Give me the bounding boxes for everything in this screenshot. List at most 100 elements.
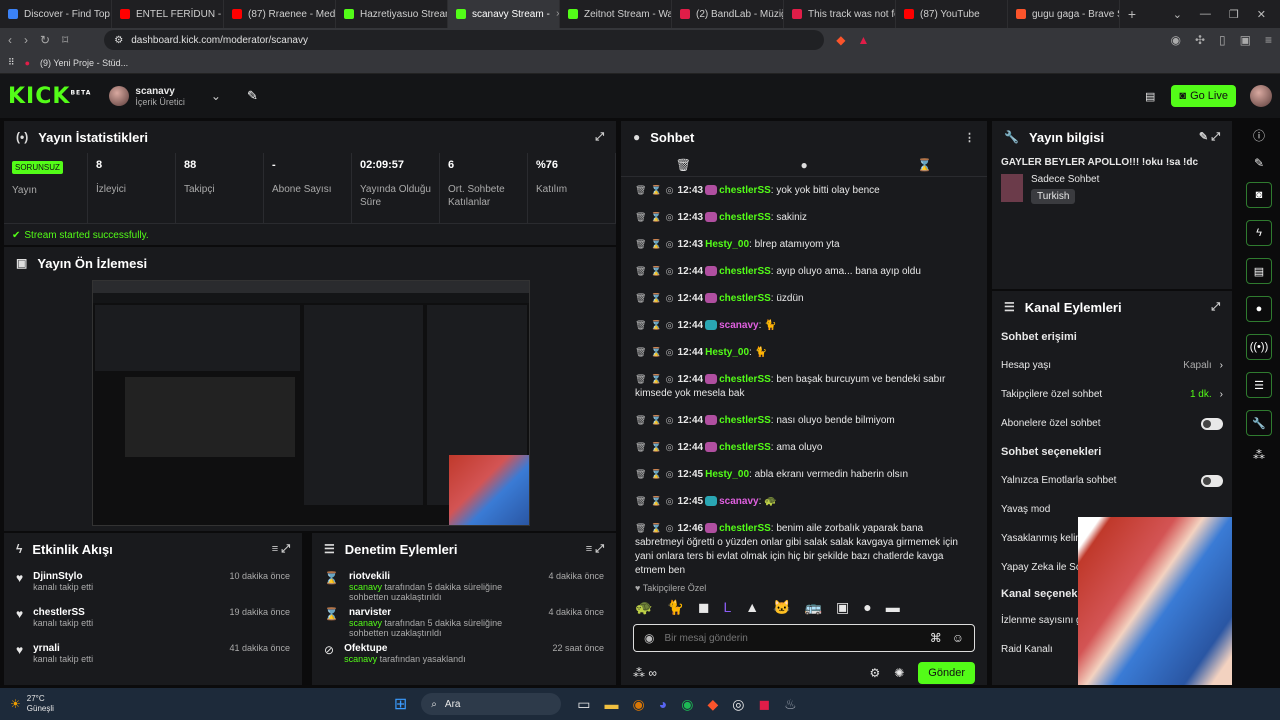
- setting-row[interactable]: Hesap yaşı Kapalı ›: [992, 351, 1232, 380]
- browser-tab[interactable]: scanavy Stream -×: [448, 0, 560, 28]
- trash-icon[interactable]: 🗑: [635, 415, 646, 425]
- creator-icon[interactable]: ▤: [1145, 90, 1155, 103]
- maximize-button[interactable]: ❐: [1229, 8, 1239, 21]
- send-button[interactable]: Gönder: [918, 662, 975, 684]
- trash-icon[interactable]: 🗑: [635, 293, 646, 303]
- chevron-down-icon[interactable]: ⌄: [211, 89, 221, 103]
- browser-tab[interactable]: ENTEL FERİDUN - You: [112, 0, 224, 28]
- filter-icon[interactable]: ≡ ⤢: [272, 543, 290, 556]
- trash-icon[interactable]: 🗑: [635, 442, 646, 452]
- tag-chip[interactable]: Turkish: [1031, 189, 1076, 204]
- timeout-icon[interactable]: ⌛: [650, 496, 661, 506]
- close-window-button[interactable]: ✕: [1257, 8, 1266, 21]
- setting-row[interactable]: Yalnızca Emotlarla sohbet: [992, 466, 1232, 495]
- toggle-switch[interactable]: [1201, 417, 1223, 430]
- taskbar-search[interactable]: ⌕ Ara: [421, 693, 562, 715]
- app-icon[interactable]: ◉: [633, 696, 645, 713]
- chat-username[interactable]: Hesty_00: [705, 347, 749, 358]
- brave-icon[interactable]: ◆: [707, 696, 718, 713]
- browser-tab[interactable]: Discover - Find Top Bl: [0, 0, 112, 28]
- sidebar-icon[interactable]: ▯: [1219, 33, 1226, 47]
- explorer-icon[interactable]: ▭: [577, 696, 590, 713]
- browser-tab[interactable]: (87) YouTube: [896, 0, 1008, 28]
- chat-input[interactable]: ◉ ⌘ ☺: [633, 624, 975, 652]
- timeout-tab-icon[interactable]: ⌛: [917, 158, 932, 172]
- more-icon[interactable]: ⋮: [964, 131, 975, 144]
- trash-icon[interactable]: 🗑: [635, 496, 646, 506]
- username[interactable]: Ofektupe: [344, 643, 466, 654]
- chat-username[interactable]: Hesty_00: [705, 469, 749, 480]
- folder-icon[interactable]: ▬: [605, 696, 619, 713]
- message-input[interactable]: [664, 632, 920, 644]
- timeout-icon[interactable]: ⌛: [650, 293, 661, 303]
- info-icon[interactable]: ⓘ: [1253, 127, 1265, 144]
- tab-search-icon[interactable]: ⌄: [1173, 8, 1182, 21]
- chat-icon[interactable]: ●: [1246, 296, 1272, 322]
- chat-username[interactable]: chestlerSS: [719, 212, 771, 223]
- trash-icon[interactable]: 🗑: [635, 347, 646, 357]
- setting-row[interactable]: Takipçilere özel sohbet 1 dk. ›: [992, 380, 1232, 409]
- lightning-icon[interactable]: ϟ: [1246, 220, 1272, 246]
- chat-username[interactable]: chestlerSS: [719, 415, 771, 426]
- obs-icon[interactable]: ◎: [732, 696, 744, 713]
- timeout-icon[interactable]: ⌛: [650, 374, 661, 384]
- trash-icon[interactable]: 🗑: [635, 469, 646, 479]
- timeout-icon[interactable]: ⌛: [650, 442, 661, 452]
- trash-icon[interactable]: 🗑: [635, 212, 646, 222]
- chat-username[interactable]: Hesty_00: [705, 239, 749, 250]
- username[interactable]: yrnali: [33, 643, 93, 654]
- forward-icon[interactable]: ›: [24, 33, 28, 47]
- chat-username[interactable]: scanavy: [719, 320, 758, 331]
- expand-icon[interactable]: ⤢: [1211, 301, 1220, 314]
- profile-avatar[interactable]: [1250, 85, 1272, 107]
- bookmark-item[interactable]: (9) Yeni Proje - Stüd...: [40, 58, 128, 68]
- timeout-icon[interactable]: ⌛: [650, 212, 661, 222]
- tools-icon[interactable]: ✎: [247, 88, 258, 104]
- channel-switcher[interactable]: scanavy İçerik Üretici ⌄ ✎: [109, 86, 258, 107]
- site-info-icon[interactable]: ⚙: [114, 35, 123, 46]
- bookmark-icon[interactable]: ⌑: [62, 33, 68, 47]
- timeout-icon[interactable]: ⌛: [650, 239, 661, 249]
- timeout-icon[interactable]: ⌛: [650, 320, 661, 330]
- reload-icon[interactable]: ↻: [40, 33, 50, 47]
- emote-row[interactable]: 🐢 🐈 ◼ L ▲ 🐱 🚌 ▣ ● ▬: [621, 595, 987, 620]
- username[interactable]: DjinnStylo: [33, 571, 93, 582]
- timeout-icon[interactable]: ⌛: [650, 469, 661, 479]
- camera-icon[interactable]: ◙: [1246, 182, 1272, 208]
- timeout-icon[interactable]: ⌛: [650, 523, 661, 533]
- browser-tab[interactable]: (2) BandLab - Müziğin: [672, 0, 784, 28]
- brave-shield-icon[interactable]: ◆: [836, 33, 845, 47]
- emoji-icon[interactable]: ☺: [952, 631, 964, 645]
- pencil-icon[interactable]: ✎: [1254, 156, 1264, 170]
- moderator-name[interactable]: scanavy: [349, 618, 382, 628]
- chat-username[interactable]: chestlerSS: [719, 523, 771, 534]
- preview-video[interactable]: [92, 280, 530, 526]
- broadcast-icon[interactable]: ((•)): [1246, 334, 1272, 360]
- back-icon[interactable]: ‹: [8, 33, 12, 47]
- chat-username[interactable]: chestlerSS: [719, 185, 771, 196]
- timeout-icon[interactable]: ⌛: [650, 185, 661, 195]
- chat-username[interactable]: chestlerSS: [719, 293, 771, 304]
- discord-icon[interactable]: ◕: [659, 696, 667, 713]
- gear-icon[interactable]: ⚙: [869, 666, 880, 680]
- menu-icon[interactable]: ≡: [1265, 33, 1272, 47]
- trash-tab-icon[interactable]: 🗑: [676, 158, 691, 172]
- timeout-icon[interactable]: ⌛: [650, 415, 661, 425]
- browser-tab[interactable]: Zeitnot Stream - Wat: [560, 0, 672, 28]
- moderator-name[interactable]: scanavy: [349, 582, 382, 592]
- trash-icon[interactable]: 🗑: [635, 523, 646, 533]
- brave-rewards-icon[interactable]: ▲: [857, 33, 869, 47]
- wrench-icon[interactable]: 🔧: [1246, 410, 1272, 436]
- toggle-switch[interactable]: [1201, 474, 1223, 487]
- steam-icon[interactable]: ♨: [784, 696, 797, 713]
- command-icon[interactable]: ⌘: [930, 631, 942, 645]
- wallet-icon[interactable]: ▣: [1240, 33, 1251, 47]
- chat-username[interactable]: chestlerSS: [719, 442, 771, 453]
- apps-icon[interactable]: ⠿: [8, 57, 15, 68]
- extension-icon[interactable]: ◉: [1170, 33, 1180, 47]
- username[interactable]: riotvekili: [349, 571, 539, 582]
- chat-username[interactable]: chestlerSS: [719, 374, 771, 385]
- go-live-button[interactable]: ◙ Go Live: [1171, 85, 1236, 107]
- apps-icon[interactable]: ⁂: [1253, 448, 1265, 462]
- timeout-icon[interactable]: ⌛: [650, 266, 661, 276]
